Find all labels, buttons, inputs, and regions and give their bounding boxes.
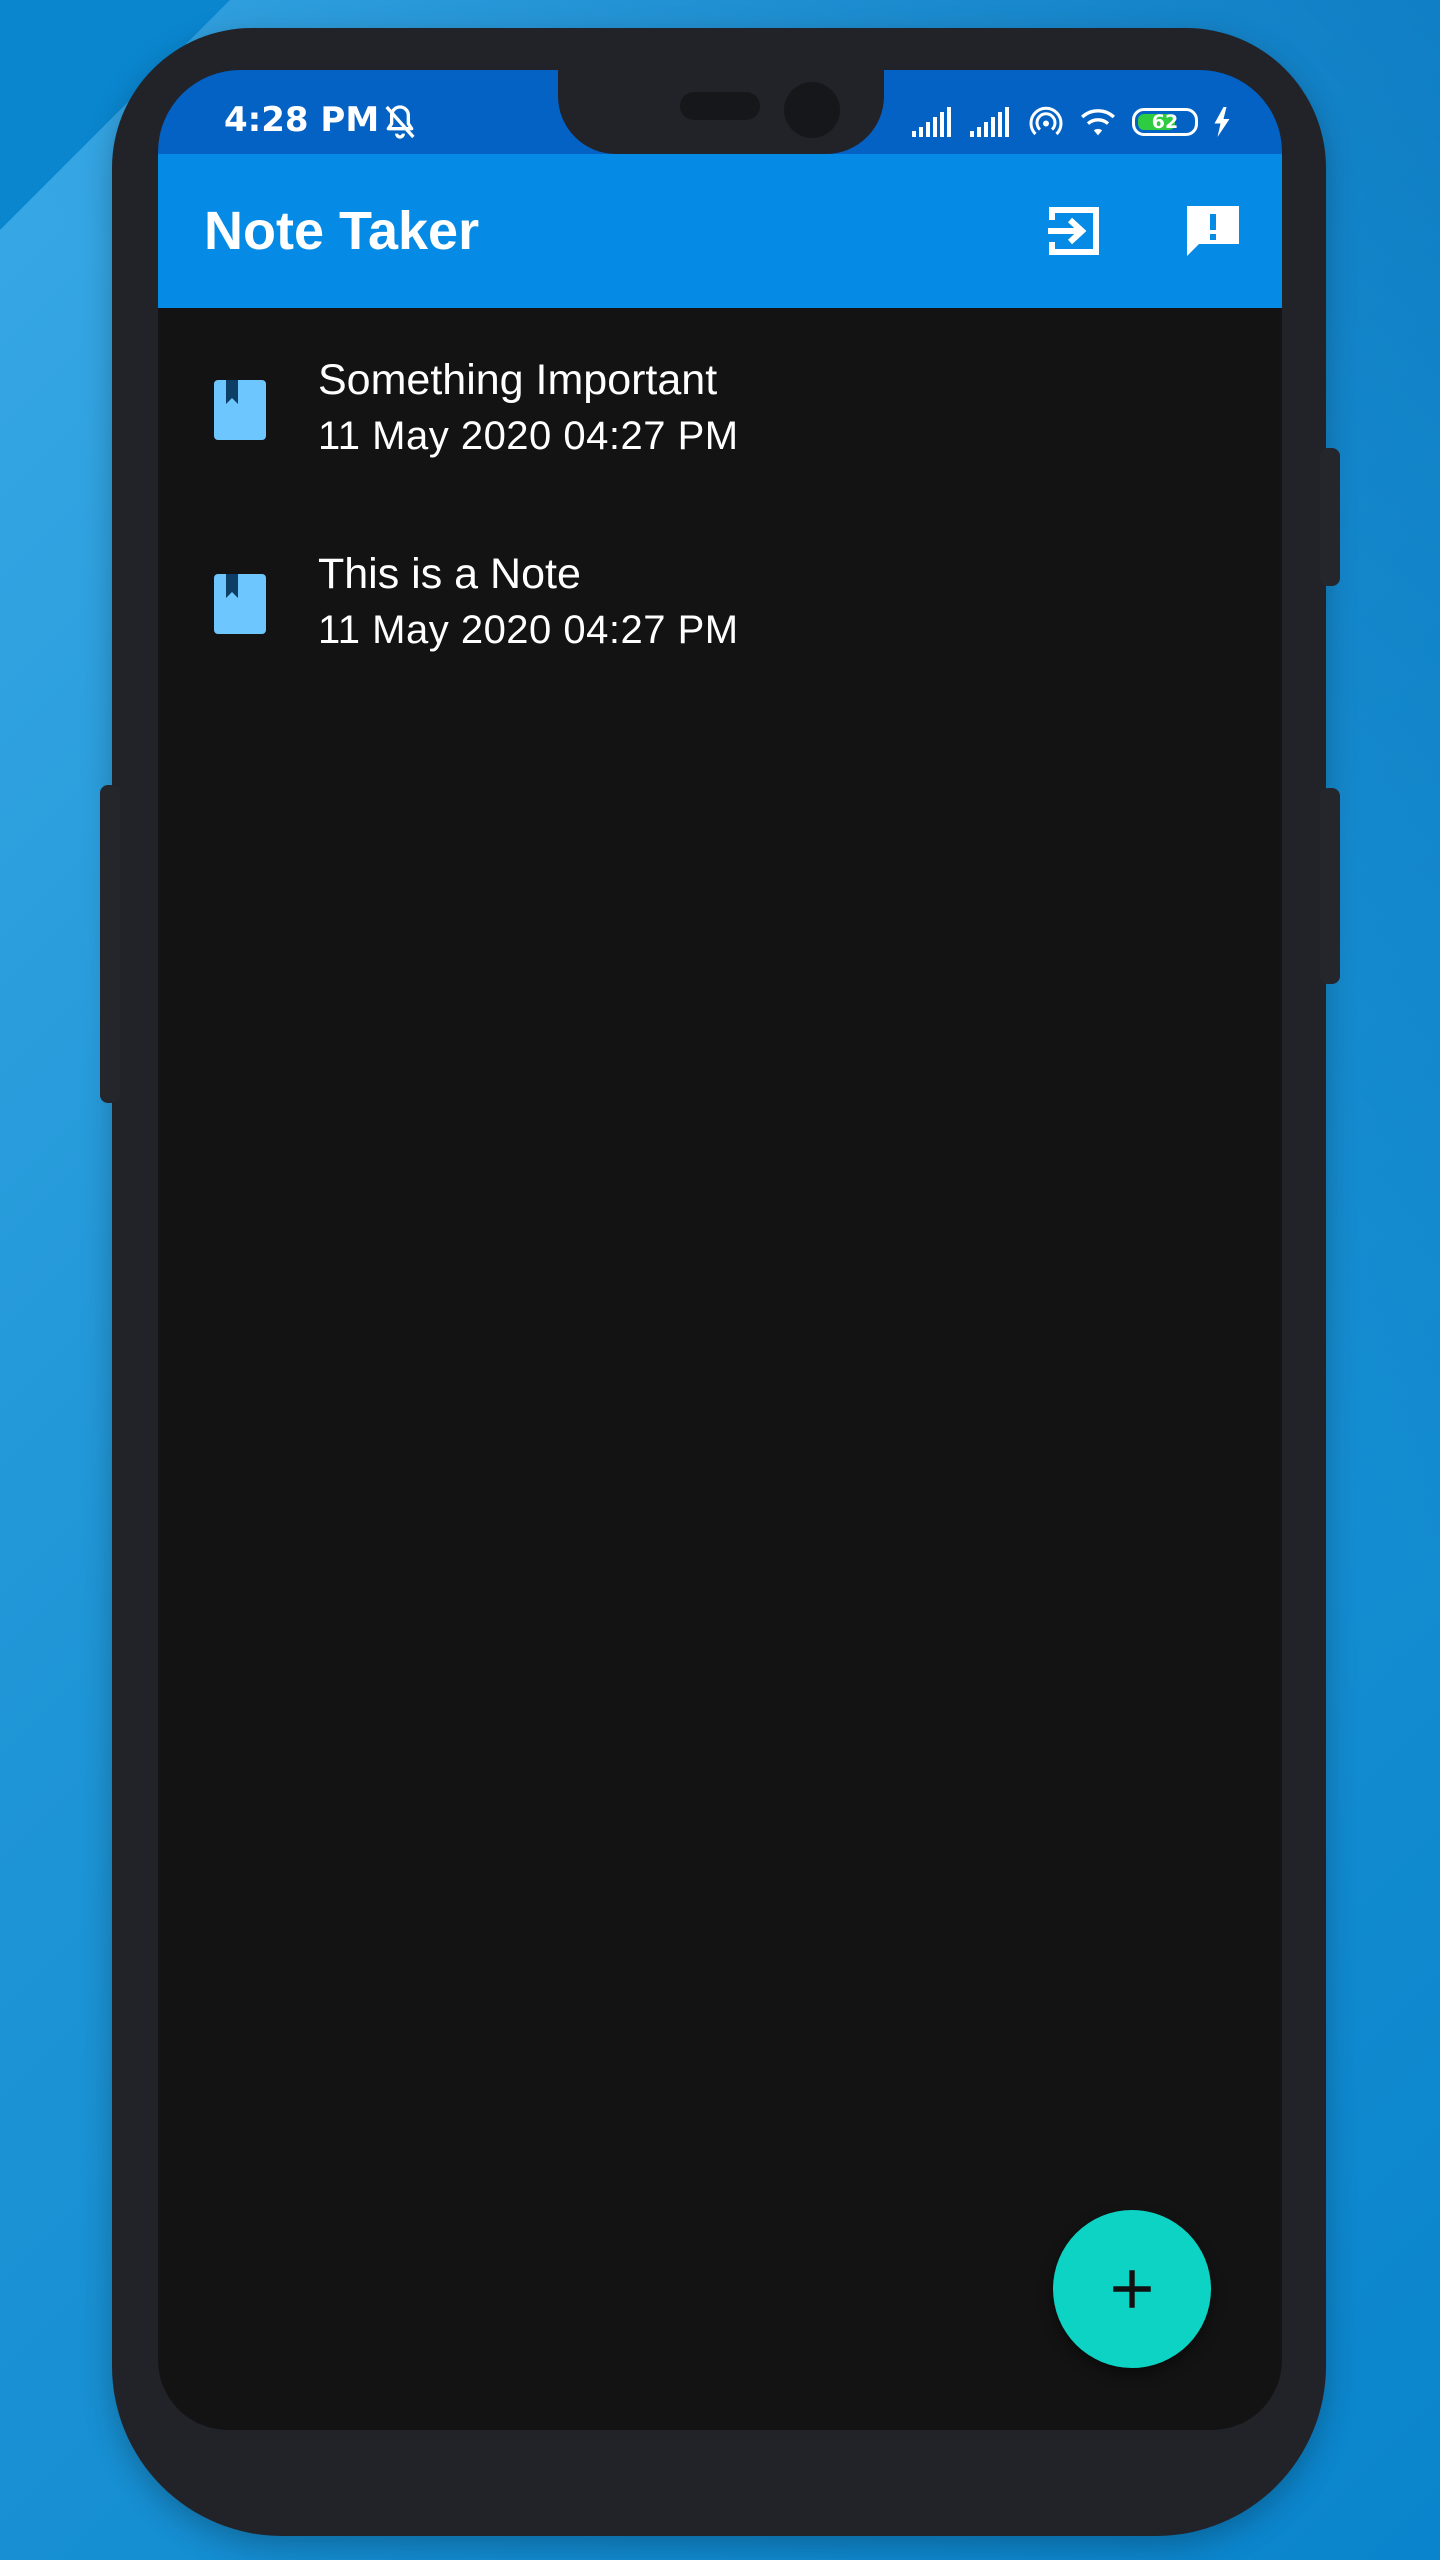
app-bar: Note Taker: [158, 154, 1282, 308]
status-icons: 62: [912, 102, 1232, 142]
phone-side-button-left: [100, 785, 120, 1103]
list-item[interactable]: This is a Note 11 May 2020 04:27 PM: [158, 502, 1282, 696]
phone-volume-button: [1320, 788, 1340, 984]
bell-off-icon: [380, 102, 420, 142]
battery-level: 62: [1151, 111, 1179, 133]
battery-icon: 62: [1132, 108, 1198, 136]
logout-button[interactable]: [1042, 198, 1108, 264]
note-title: This is a Note: [318, 550, 581, 598]
note-title: Something Important: [318, 356, 718, 404]
app-title: Note Taker: [204, 201, 480, 261]
wifi-icon: [1078, 105, 1118, 139]
signal-icon: [970, 107, 1014, 137]
front-camera: [784, 82, 840, 138]
book-icon: [214, 574, 266, 634]
hotspot-icon: [1028, 104, 1064, 140]
note-date: 11 May 2020 04:27 PM: [318, 414, 739, 458]
charging-icon: [1212, 107, 1232, 137]
list-item[interactable]: Something Important 11 May 2020 04:27 PM: [158, 308, 1282, 502]
plus-icon: [1113, 2270, 1151, 2308]
phone-power-button: [1320, 448, 1340, 586]
feedback-icon: [1187, 206, 1239, 256]
status-time: 4:28 PM: [224, 100, 380, 140]
logout-icon: [1048, 207, 1099, 255]
feedback-button[interactable]: [1180, 198, 1246, 264]
phone-screen: 4:28 PM 62 Note Taker Something Importan…: [158, 70, 1282, 2430]
note-date: 11 May 2020 04:27 PM: [318, 608, 739, 652]
status-bar: 4:28 PM 62: [158, 70, 1282, 154]
camera-notch: [558, 70, 884, 154]
book-icon: [214, 380, 266, 440]
signal-icon: [912, 107, 956, 137]
add-note-button[interactable]: [1053, 2210, 1211, 2368]
earpiece-speaker: [680, 92, 760, 120]
note-list: Something Important 11 May 2020 04:27 PM…: [158, 308, 1282, 696]
